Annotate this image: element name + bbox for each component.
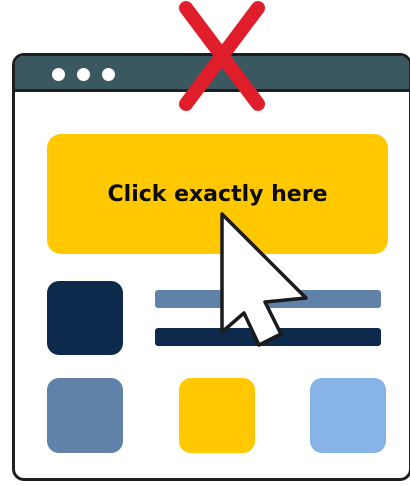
window-dot-2[interactable] (77, 68, 90, 81)
click-here-button[interactable]: Click exactly here (47, 134, 388, 254)
click-here-label: Click exactly here (107, 181, 328, 207)
gold-tile (179, 378, 255, 453)
window-dot-1[interactable] (52, 68, 65, 81)
sky-tile (310, 378, 386, 453)
window-dot-3[interactable] (102, 68, 115, 81)
steel-tile (47, 378, 123, 453)
illustration: Click exactly here (0, 0, 410, 485)
navy-thumbnail (47, 281, 123, 355)
